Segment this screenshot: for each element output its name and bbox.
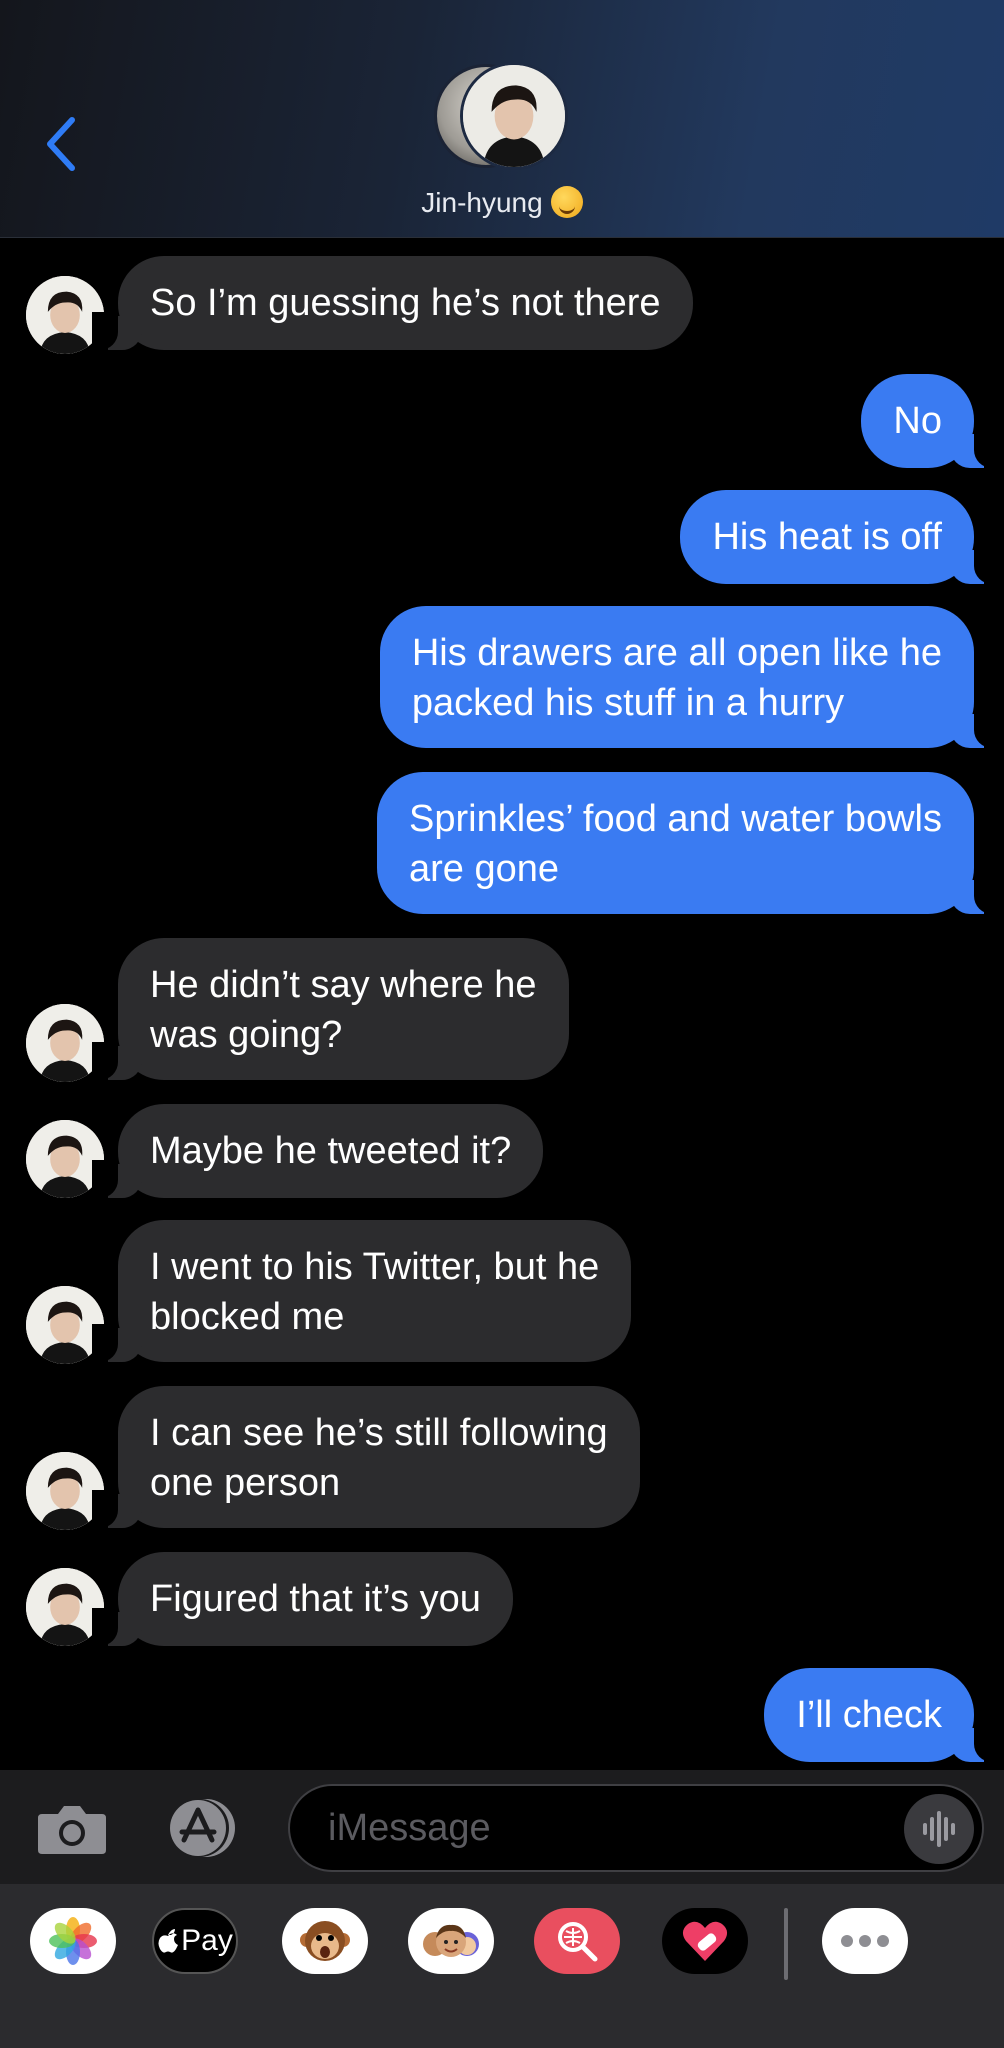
message-text: Sprinkles’ food and water bowls are gone <box>409 798 942 890</box>
more-icon <box>841 1935 889 1947</box>
message-text: I went to his Twitter, but he blocked me <box>150 1246 600 1338</box>
app-store-icon <box>170 1799 235 1857</box>
message-text: His drawers are all open like he packed … <box>411 632 942 724</box>
message-bubble-outgoing[interactable]: Sprinkles’ food and water bowls are gone <box>377 772 1000 914</box>
message-text: No <box>893 400 942 442</box>
message-bubble-outgoing[interactable]: I’ll check <box>764 1668 1000 1762</box>
audio-message-button[interactable] <box>904 1794 974 1864</box>
digital-touch-icon <box>682 1921 728 1961</box>
message-bubble-incoming[interactable]: Figured that it’s you <box>92 1552 513 1646</box>
compose-bar <box>0 1770 1004 1884</box>
message-text: His heat is off <box>712 516 942 558</box>
imessage-field[interactable] <box>288 1784 984 1872</box>
photos-app-button[interactable] <box>30 1908 116 1974</box>
smiling-face-emoji-icon <box>550 186 583 218</box>
waveform-icon <box>923 1811 955 1847</box>
drawer-divider <box>784 1908 788 1980</box>
message-bubble-outgoing[interactable]: His heat is off <box>680 490 1000 584</box>
back-button[interactable] <box>36 112 84 176</box>
app-store-button[interactable] <box>160 1796 244 1860</box>
message-text: Maybe he tweeted it? <box>150 1130 512 1172</box>
message-bubble-incoming[interactable]: I can see he’s still following one perso… <box>92 1386 640 1528</box>
message-bubble-incoming[interactable]: Maybe he tweeted it? <box>91 1104 544 1198</box>
message-bubble-incoming[interactable]: He didn’t say where he was going? <box>92 938 569 1080</box>
camera-button[interactable] <box>36 1800 108 1856</box>
message-text: I can see he’s still following one perso… <box>150 1412 608 1504</box>
message-text: So I’m guessing he’s not there <box>150 282 661 324</box>
contact-name-label: Jin-hyung <box>421 187 543 218</box>
animoji-icon <box>300 1921 350 1961</box>
message-input[interactable] <box>328 1786 888 1870</box>
memoji-icon <box>423 1924 479 1957</box>
more-apps-button[interactable] <box>822 1908 908 1974</box>
animoji-button[interactable] <box>282 1908 368 1974</box>
memoji-button[interactable] <box>408 1908 494 1974</box>
apple-pay-label: Pay <box>181 1924 233 1957</box>
camera-icon <box>38 1806 106 1854</box>
message-bubble-outgoing[interactable]: No <box>861 374 1000 468</box>
apple-logo-icon <box>158 1929 179 1953</box>
message-bubble-outgoing[interactable]: His drawers are all open like he packed … <box>379 606 1001 748</box>
image-search-icon <box>558 1922 598 1962</box>
photos-icon <box>49 1917 97 1965</box>
contact-name[interactable]: Jin-hyung <box>0 186 1004 219</box>
chevron-left-icon <box>47 117 75 171</box>
apple-pay-button[interactable]: Pay <box>152 1908 238 1974</box>
message-text: I’ll check <box>796 1694 942 1736</box>
message-bubble-incoming[interactable]: So I’m guessing he’s not there <box>92 256 693 350</box>
app-drawer: Pay <box>0 1884 1004 2048</box>
digital-touch-button[interactable] <box>662 1908 748 1974</box>
conversation-header: Jin-hyung <box>0 0 1004 238</box>
avatar-primary <box>460 62 568 170</box>
image-search-button[interactable] <box>534 1908 620 1974</box>
message-text: Figured that it’s you <box>150 1578 481 1620</box>
message-bubble-incoming[interactable]: I went to his Twitter, but he blocked me <box>91 1220 632 1362</box>
message-thread[interactable]: So I’m guessing he’s not there No His he… <box>0 238 1004 1770</box>
message-text: He didn’t say where he was going? <box>150 964 537 1056</box>
contact-avatar[interactable] <box>434 62 570 172</box>
